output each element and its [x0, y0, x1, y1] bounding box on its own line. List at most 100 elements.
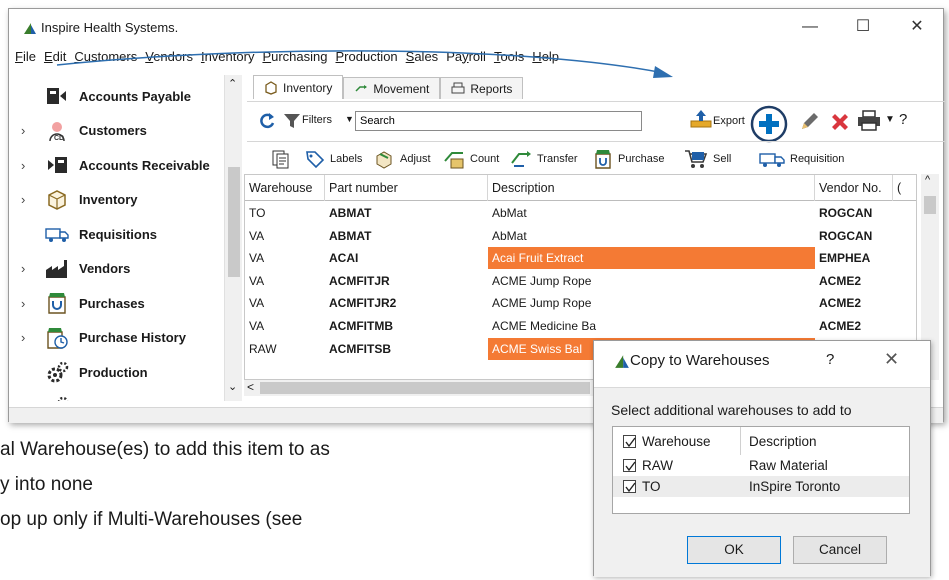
cell-part[interactable]: ACMFITJR	[325, 270, 488, 292]
count-button[interactable]: Count	[443, 149, 499, 169]
cell-vendor[interactable]: ROGCAN	[815, 225, 893, 247]
chevron-right-icon[interactable]: ›	[21, 261, 31, 276]
menu-production[interactable]: Production	[336, 49, 398, 64]
sell-button[interactable]: Sell	[684, 149, 731, 169]
cell-part[interactable]: ABMAT	[325, 225, 488, 247]
sidebar-item-production-history[interactable]: Production History	[9, 390, 227, 401]
chevron-right-icon[interactable]: ›	[21, 123, 31, 138]
requisition-button[interactable]: Requisition	[759, 149, 844, 169]
sidebar-item-vendors[interactable]: › Vendors	[9, 252, 227, 286]
cell-vendor[interactable]: ACME2	[815, 292, 893, 314]
cell-warehouse[interactable]: VA	[245, 315, 325, 337]
cell-warehouse[interactable]: RAW	[245, 338, 325, 360]
scroll-left-icon[interactable]: <	[247, 380, 254, 394]
tab-movement[interactable]: Movement	[343, 77, 441, 99]
sidebar-item-requisitions[interactable]: Requisitions	[9, 217, 227, 251]
tab-reports[interactable]: Reports	[440, 77, 524, 99]
cell-warehouse[interactable]: VA	[245, 292, 325, 314]
sidebar-item-accounts-payable[interactable]: Accounts Payable	[9, 79, 227, 113]
sidebar-item-purchase-history[interactable]: › Purchase History	[9, 321, 227, 355]
copy-document-button[interactable]	[271, 149, 296, 169]
sidebar-scrollbar[interactable]: ⌃ ⌄	[224, 75, 242, 401]
cell-warehouse[interactable]: TO	[245, 202, 325, 224]
cell-vendor[interactable]: ACME2	[815, 315, 893, 337]
header-warehouse[interactable]: Warehouse	[245, 175, 325, 201]
header-description[interactable]: Description	[488, 175, 815, 201]
delete-icon[interactable]	[829, 111, 851, 133]
warehouse-row-to[interactable]: TO InSpire Toronto	[613, 476, 909, 497]
header-next-column[interactable]: (	[893, 175, 916, 201]
cell-part[interactable]: ACMFITSB	[325, 338, 488, 360]
ok-button[interactable]: OK	[687, 536, 781, 564]
print-icon[interactable]	[857, 110, 881, 132]
menu-customers[interactable]: Customers	[74, 49, 137, 64]
refresh-icon[interactable]	[257, 111, 277, 131]
select-all-checkbox[interactable]	[623, 435, 636, 448]
search-input[interactable]	[355, 111, 642, 131]
filters-label[interactable]: Filters	[302, 114, 332, 126]
menu-purchasing[interactable]: Purchasing	[262, 49, 327, 64]
menu-inventory[interactable]: Inventory	[201, 49, 255, 64]
cell-desc[interactable]: ACME Jump Rope	[488, 270, 815, 292]
cell-warehouse[interactable]: VA	[245, 225, 325, 247]
labels-button[interactable]: Labels	[305, 149, 362, 169]
table-row[interactable]: VA ACMFITJR2 ACME Jump Rope ACME2	[245, 292, 916, 314]
cell-part[interactable]: ABMAT	[325, 202, 488, 224]
chevron-right-icon[interactable]: ›	[21, 192, 31, 207]
menu-vendors[interactable]: Vendors	[145, 49, 193, 64]
sidebar-item-inventory[interactable]: › Inventory	[9, 183, 227, 217]
dialog-help-icon[interactable]: ?	[826, 351, 834, 368]
add-button[interactable]	[749, 105, 789, 143]
print-dropdown-caret-icon[interactable]: ▼	[885, 114, 895, 125]
menu-tools[interactable]: Tools	[494, 49, 524, 64]
minimize-button[interactable]: —	[795, 17, 825, 37]
transfer-button[interactable]: Transfer	[510, 149, 578, 169]
table-row[interactable]: TO ABMAT AbMat ROGCAN	[245, 202, 916, 224]
cell-vendor[interactable]: EMPHEA	[815, 247, 893, 269]
cell-desc[interactable]: ACME Medicine Ba	[488, 315, 815, 337]
cell-warehouse[interactable]: VA	[245, 247, 325, 269]
table-row[interactable]: VA ACMFITJR ACME Jump Rope ACME2	[245, 270, 916, 292]
close-button[interactable]: ✕	[902, 17, 932, 37]
row-checkbox[interactable]	[623, 480, 636, 493]
chevron-right-icon[interactable]: ›	[21, 158, 31, 173]
edit-pencil-icon[interactable]	[799, 110, 821, 132]
menu-payroll[interactable]: Payroll	[446, 49, 486, 64]
cell-desc[interactable]: ACME Jump Rope	[488, 292, 815, 314]
tab-inventory[interactable]: Inventory	[253, 75, 344, 99]
export-label[interactable]: Export	[713, 115, 745, 127]
scroll-down-icon[interactable]: ⌄	[228, 380, 237, 393]
sidebar-item-production[interactable]: Production	[9, 355, 227, 389]
cell-part[interactable]: ACAI	[325, 247, 488, 269]
cell-part[interactable]: ACMFITMB	[325, 315, 488, 337]
sidebar-item-purchases[interactable]: › Purchases	[9, 286, 227, 320]
sidebar-item-accounts-receivable[interactable]: › Accounts Receivable	[9, 148, 227, 182]
menu-edit[interactable]: Edit	[44, 49, 66, 64]
sidebar-scroll-thumb[interactable]	[228, 167, 240, 277]
warehouse-row-raw[interactable]: RAW Raw Material	[613, 455, 909, 476]
table-row[interactable]: VA ACMFITMB ACME Medicine Ba ACME2	[245, 315, 916, 337]
menu-file[interactable]: File	[15, 49, 36, 64]
cell-warehouse[interactable]: VA	[245, 270, 325, 292]
filter-icon[interactable]	[283, 112, 301, 130]
chevron-right-icon[interactable]: ›	[21, 330, 31, 345]
maximize-button[interactable]: ☐	[848, 17, 878, 37]
cell-vendor[interactable]: ROGCAN	[815, 202, 893, 224]
cell-part[interactable]: ACMFITJR2	[325, 292, 488, 314]
purchase-button[interactable]: Purchase	[593, 149, 664, 169]
chevron-right-icon[interactable]: ›	[21, 296, 31, 311]
scroll-up-icon[interactable]: ^	[925, 174, 930, 186]
cancel-button[interactable]: Cancel	[793, 536, 887, 564]
sidebar-item-customers[interactable]: › CD Customers	[9, 114, 227, 148]
table-row[interactable]: VA ABMAT AbMat ROGCAN	[245, 225, 916, 247]
grid-hscroll-thumb[interactable]	[260, 382, 590, 394]
filters-dropdown-caret-icon[interactable]: ▼	[345, 114, 354, 124]
menu-help[interactable]: Help	[532, 49, 559, 64]
help-icon[interactable]: ?	[899, 111, 907, 128]
cell-vendor[interactable]: ACME2	[815, 270, 893, 292]
grid-vscroll-thumb[interactable]	[924, 196, 936, 214]
header-vendor-no[interactable]: Vendor No.	[815, 175, 893, 201]
row-checkbox[interactable]	[623, 459, 636, 472]
adjust-button[interactable]: Adjust	[373, 149, 431, 169]
cell-desc[interactable]: AbMat	[488, 225, 815, 247]
